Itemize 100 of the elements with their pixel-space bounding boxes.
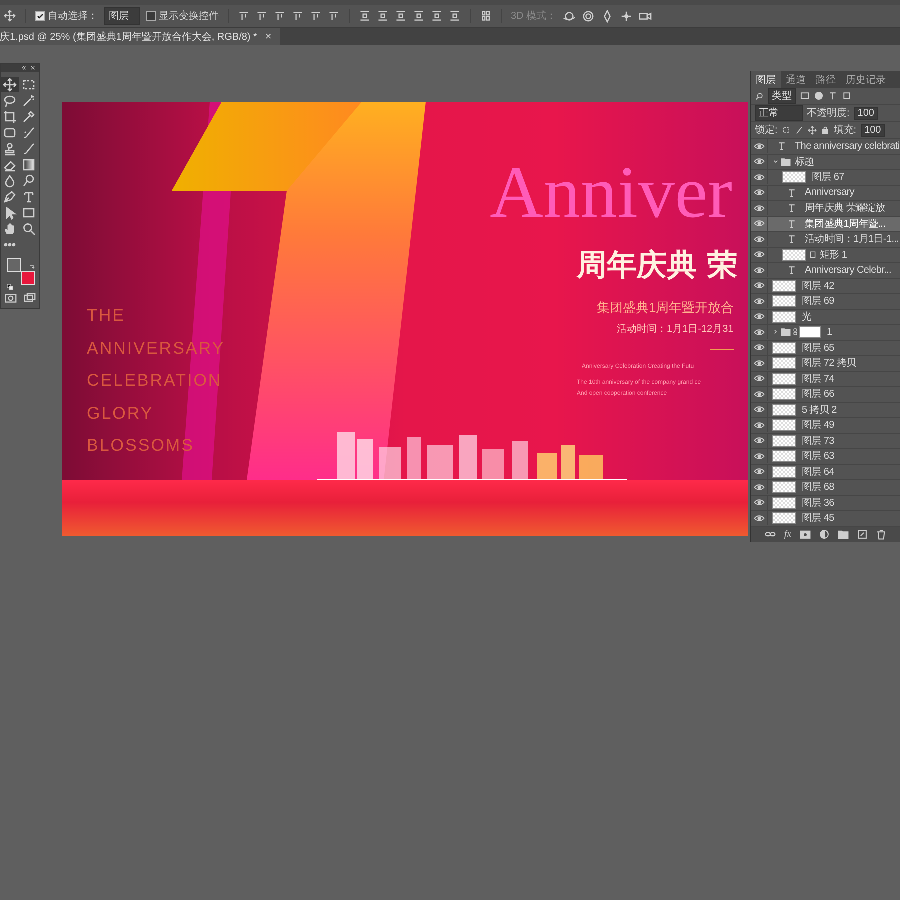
eye-icon (754, 450, 764, 462)
blend-mode-dropdown[interactable]: 正常 (755, 105, 803, 121)
filter-dropdown[interactable]: 类型 (768, 88, 796, 104)
layer-row[interactable]: 图层 64 (751, 464, 900, 480)
distribute-icon (431, 10, 443, 22)
layer-thumbnail (772, 496, 796, 509)
move-lock-icon (808, 126, 817, 134)
layer-row[interactable]: 图层 68 (751, 480, 900, 496)
layer-row[interactable]: 集团盛典1周年暨... (751, 216, 900, 232)
layer-name: 图层 68 (802, 481, 834, 494)
side-text-line: THE (87, 305, 126, 327)
layer-thumbnail (772, 512, 796, 524)
layer-thumbnail (772, 372, 796, 385)
panel-tab[interactable]: 图层 (751, 71, 781, 88)
align-icon (328, 10, 340, 22)
align-icon (256, 10, 268, 22)
screen-mode-icon (24, 292, 36, 304)
eye-icon (754, 140, 764, 152)
rectangle-icon (22, 206, 36, 220)
side-text-line: GLORY (87, 402, 155, 424)
chain-icon (792, 327, 799, 338)
align-icon (292, 10, 304, 22)
layer-row[interactable]: 图层 74 (751, 372, 900, 387)
document-tab[interactable]: 庆1.psd @ 25% (集团盛典1周年暨开放合作大会, RGB/8) * × (0, 28, 280, 45)
align-icon (274, 10, 286, 22)
close-icon (30, 65, 36, 71)
adjustment-layer-icon (818, 528, 830, 540)
layer-thumbnail (772, 481, 796, 494)
layer-name: Anniversary (805, 187, 854, 198)
panel-tab[interactable]: 历史记录 (841, 71, 891, 88)
layer-row[interactable]: 图层 73 (751, 434, 900, 449)
layer-row[interactable]: 1 (751, 325, 900, 340)
magic-wand-icon (22, 94, 36, 108)
layer-row[interactable]: 光 (751, 310, 900, 325)
tool-button[interactable] (1, 77, 19, 92)
eye-icon (754, 202, 764, 214)
layer-row[interactable]: 图层 36 (751, 496, 900, 511)
checkbox[interactable] (35, 11, 45, 21)
layer-row[interactable]: Anniversary (751, 186, 900, 201)
target-dropdown[interactable]: 图层 (104, 7, 140, 25)
layer-thumbnail (772, 434, 796, 447)
layer-row[interactable]: 活动时间：1月1日-1... (751, 232, 900, 248)
eye-icon (754, 497, 764, 508)
layer-row[interactable]: 图层 69 (751, 294, 900, 310)
fill-field[interactable]: 100 (860, 124, 886, 136)
layer-row[interactable]: 图层 49 (751, 418, 900, 434)
layer-name: 活动时间：1月1日-1... (805, 232, 900, 246)
lasso-icon (3, 94, 17, 108)
layer-row[interactable]: 图层 42 (751, 278, 900, 294)
checkbox[interactable] (146, 11, 156, 21)
layer-thumbnail (772, 388, 796, 400)
tool-button[interactable] (1, 109, 19, 124)
layer-name: 图层 67 (812, 171, 844, 184)
eye-icon (754, 420, 764, 431)
dashed-rectangle-icon (22, 78, 36, 92)
layer-style-button[interactable]: fx (784, 528, 792, 540)
opacity-field[interactable]: 100 (854, 106, 878, 120)
panel-tab[interactable]: 路径 (811, 71, 841, 88)
layer-name: 图层 69 (802, 295, 834, 308)
eye-icon (754, 373, 764, 384)
layer-thumbnail (772, 419, 796, 432)
layer-row[interactable]: The anniversary celebrati (751, 139, 900, 154)
eye-icon (754, 172, 764, 183)
folder-icon (780, 156, 792, 167)
layer-name: 图层 42 (802, 280, 834, 293)
layer-row[interactable]: 图层 66 (751, 387, 900, 402)
layer-row[interactable]: 图层 63 (751, 449, 900, 464)
foreground-color-swatch[interactable] (7, 258, 21, 272)
layer-row[interactable]: 标题 (751, 154, 900, 170)
lock-pixels-icon (782, 126, 791, 134)
distribute-icon (395, 10, 407, 22)
stamp-icon (3, 142, 17, 156)
layer-name: 矩形 1 (820, 248, 848, 262)
layer-row[interactable]: 图层 65 (751, 340, 900, 356)
layer-name: 图层 72 拷贝 (802, 357, 856, 370)
type-icon (22, 190, 36, 204)
layer-thumbnail (772, 404, 796, 416)
layer-name: The anniversary celebrati (795, 140, 900, 152)
close-button[interactable]: × (265, 30, 272, 42)
layer-row[interactable]: 图层 67 (751, 170, 900, 186)
layer-row[interactable]: Anniversary Celebr... (751, 263, 900, 278)
search-icon (755, 92, 764, 100)
layer-row[interactable]: 5 拷贝 2 (751, 402, 900, 418)
opacity-label: 不透明度: (807, 106, 850, 120)
eye-icon (754, 435, 764, 446)
eye-icon (754, 218, 764, 230)
layer-thumbnail (772, 280, 796, 292)
frame-icon (3, 126, 17, 140)
divider-line (710, 349, 734, 350)
layer-name: 5 拷贝 2 (802, 404, 837, 417)
panel-tab[interactable]: 通道 (781, 71, 811, 88)
type-layer-icon (787, 188, 797, 198)
background-color-swatch[interactable] (21, 271, 35, 285)
shape-filter-icon (842, 91, 852, 101)
layer-row[interactable]: 矩形 1 (751, 248, 900, 263)
document-title: 庆1.psd @ 25% (集团盛典1周年暨开放合作大会, RGB/8) * (0, 30, 258, 44)
eye-icon (754, 388, 764, 400)
pen-nib-icon (3, 190, 17, 204)
layer-row[interactable]: 图层 72 拷贝 (751, 356, 900, 372)
checkbox-label: 自动选择： (48, 10, 98, 23)
